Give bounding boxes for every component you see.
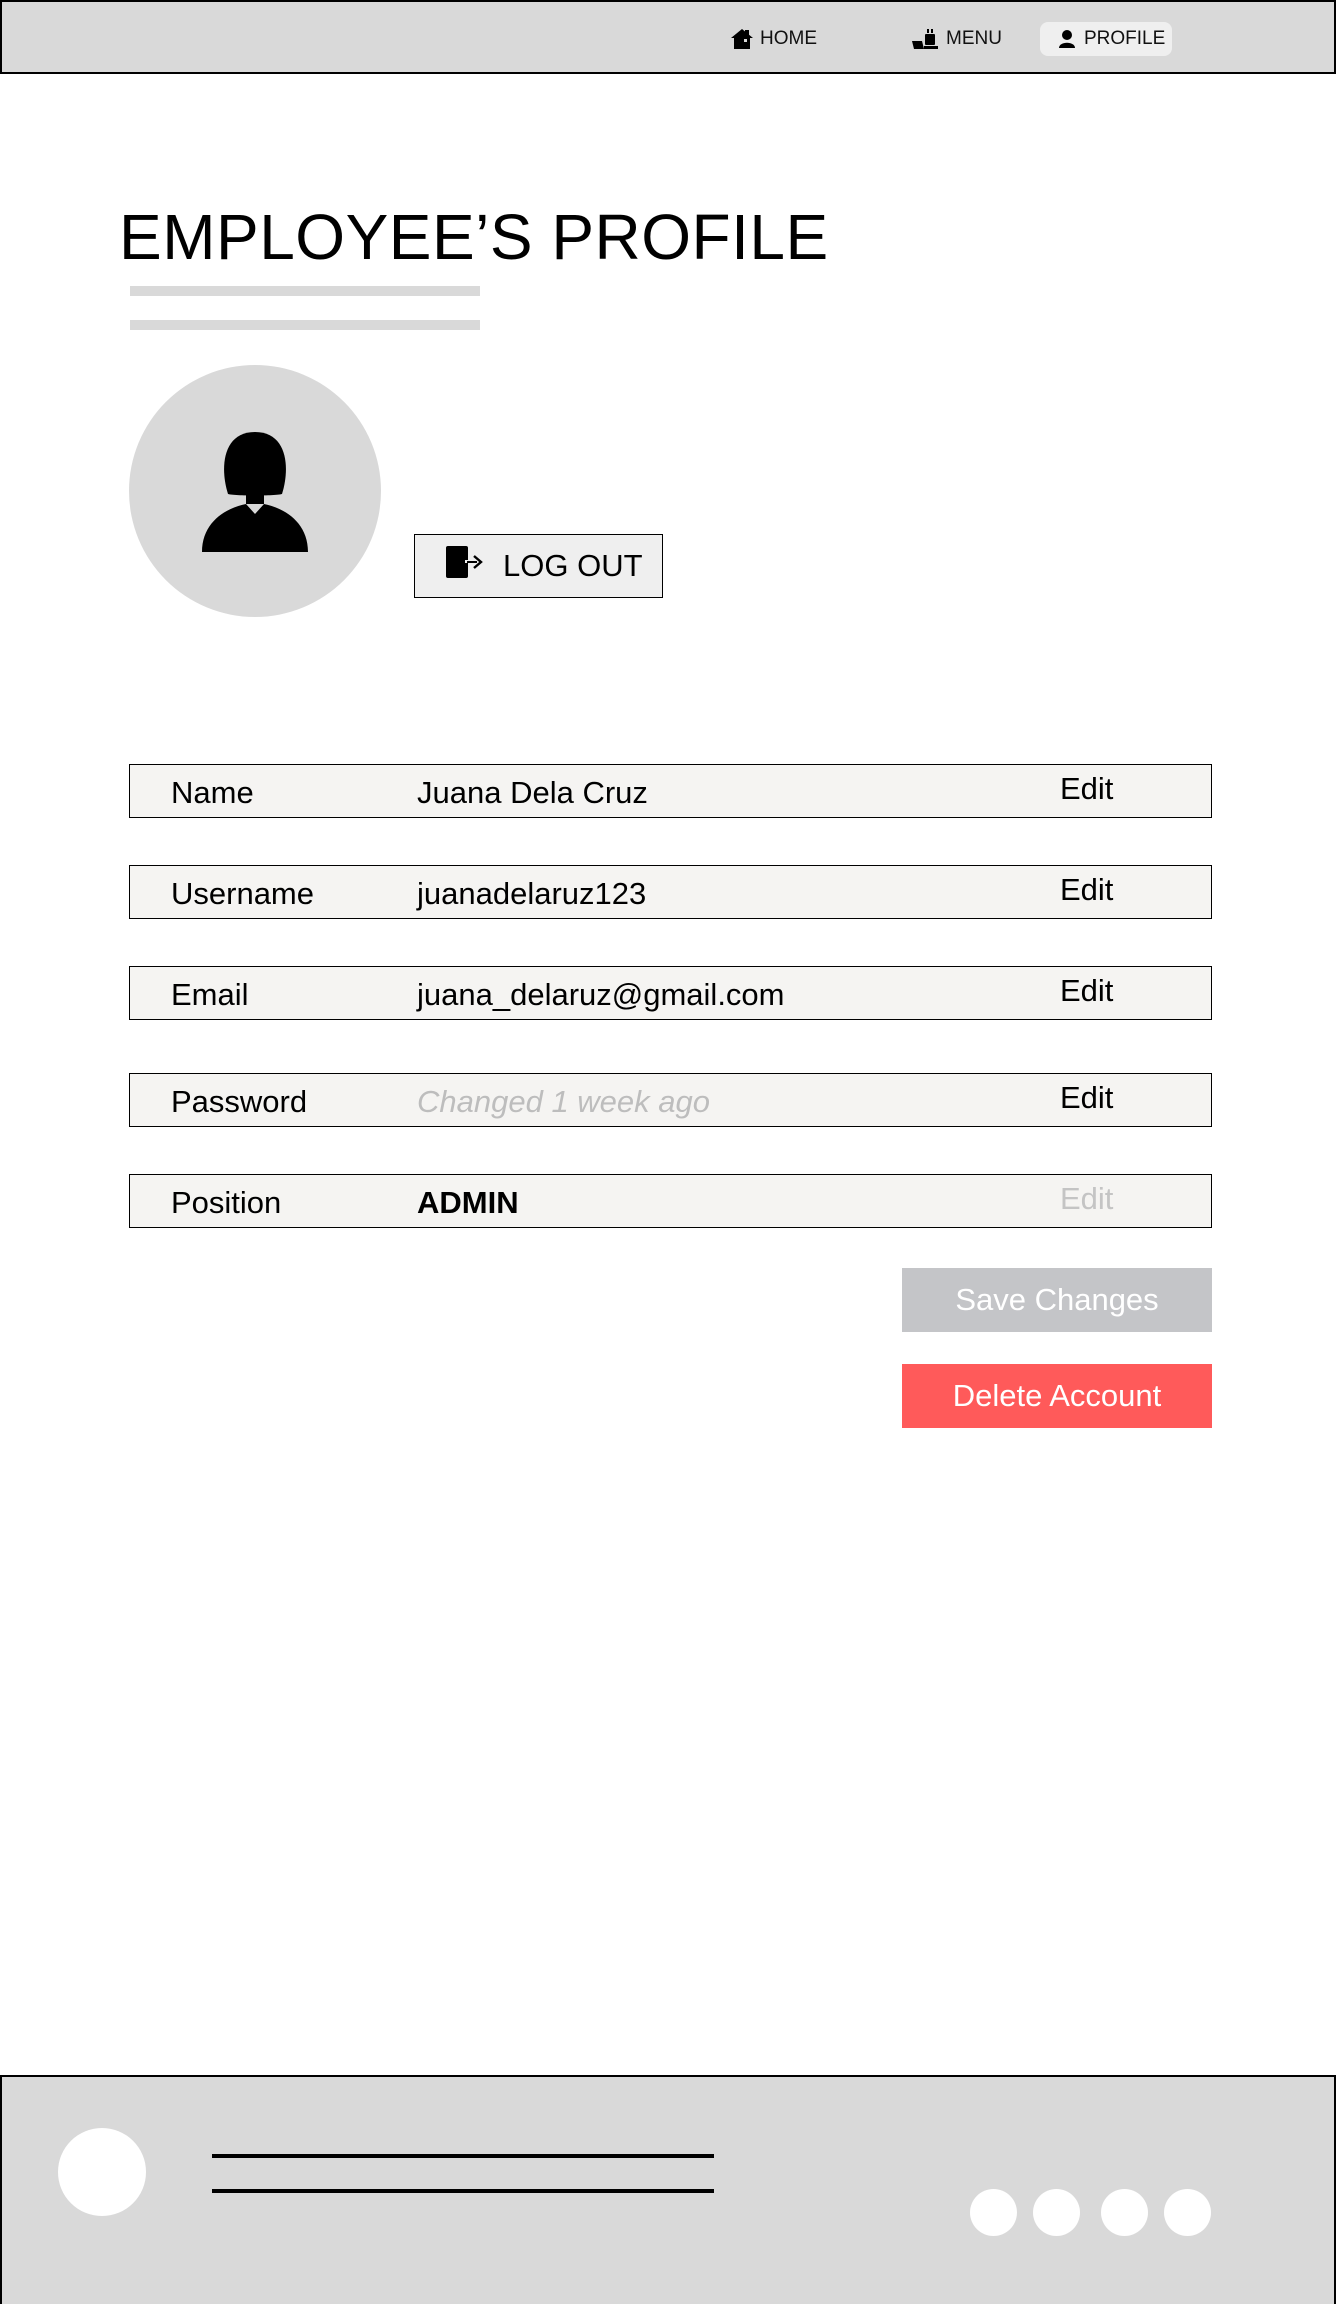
profile-row-username: Username juanadelaruz123 Edit: [129, 865, 1212, 919]
footer-logo-placeholder: [58, 2128, 146, 2216]
page-title: EMPLOYEE’S PROFILE: [119, 201, 829, 273]
row-label: Email: [171, 977, 249, 1012]
profile-row-name: Name Juana Dela Cruz Edit: [129, 764, 1212, 818]
row-label: Username: [171, 876, 314, 911]
edit-name-button[interactable]: Edit: [1060, 771, 1113, 807]
email-value: juana_delaruz@gmail.com: [417, 977, 785, 1012]
position-value: ADMIN: [417, 1185, 519, 1220]
footer-text-placeholder: [212, 2189, 714, 2193]
edit-email-button[interactable]: Edit: [1060, 973, 1113, 1009]
social-icon[interactable]: [1164, 2189, 1211, 2236]
edit-password-button[interactable]: Edit: [1060, 1080, 1113, 1116]
delete-account-button[interactable]: Delete Account: [902, 1364, 1212, 1428]
nav-profile[interactable]: PROFILE: [1040, 22, 1172, 56]
logout-label: LOG OUT: [503, 548, 643, 583]
save-changes-button[interactable]: Save Changes: [902, 1268, 1212, 1332]
logout-button[interactable]: LOG OUT: [414, 534, 663, 598]
name-value: Juana Dela Cruz: [417, 775, 648, 810]
username-value: juanadelaruz123: [417, 876, 647, 911]
social-icon[interactable]: [1033, 2189, 1080, 2236]
logout-icon: [445, 545, 483, 587]
avatar[interactable]: [129, 365, 381, 617]
profile-row-position: Position ADMIN Edit: [129, 1174, 1212, 1228]
profile-row-email: Email juana_delaruz@gmail.com Edit: [129, 966, 1212, 1020]
row-label: Password: [171, 1084, 308, 1119]
nav-home-label: HOME: [760, 28, 817, 49]
edit-username-button[interactable]: Edit: [1060, 872, 1113, 908]
edit-position-button-disabled: Edit: [1060, 1181, 1114, 1216]
top-navbar: HOME MENU PROFILE: [0, 0, 1336, 74]
nav-menu[interactable]: MENU: [898, 22, 1014, 56]
social-icon[interactable]: [970, 2189, 1017, 2236]
food-tray-icon: [910, 27, 940, 51]
footer-text-placeholder: [212, 2154, 714, 2158]
user-icon: [1058, 29, 1078, 49]
home-icon: [730, 27, 754, 51]
password-status: Changed 1 week ago: [417, 1084, 711, 1119]
nav-profile-label: PROFILE: [1084, 28, 1166, 49]
title-underline: [130, 320, 480, 330]
row-label: Position: [171, 1185, 282, 1220]
nav-menu-label: MENU: [946, 28, 1002, 49]
female-user-icon: [200, 424, 310, 559]
row-label: Name: [171, 775, 254, 810]
social-icon[interactable]: [1101, 2189, 1148, 2236]
title-underline: [130, 286, 480, 296]
profile-row-password: Password Changed 1 week ago Edit: [129, 1073, 1212, 1127]
footer: [0, 2075, 1336, 2304]
nav-home[interactable]: HOME: [718, 22, 829, 56]
